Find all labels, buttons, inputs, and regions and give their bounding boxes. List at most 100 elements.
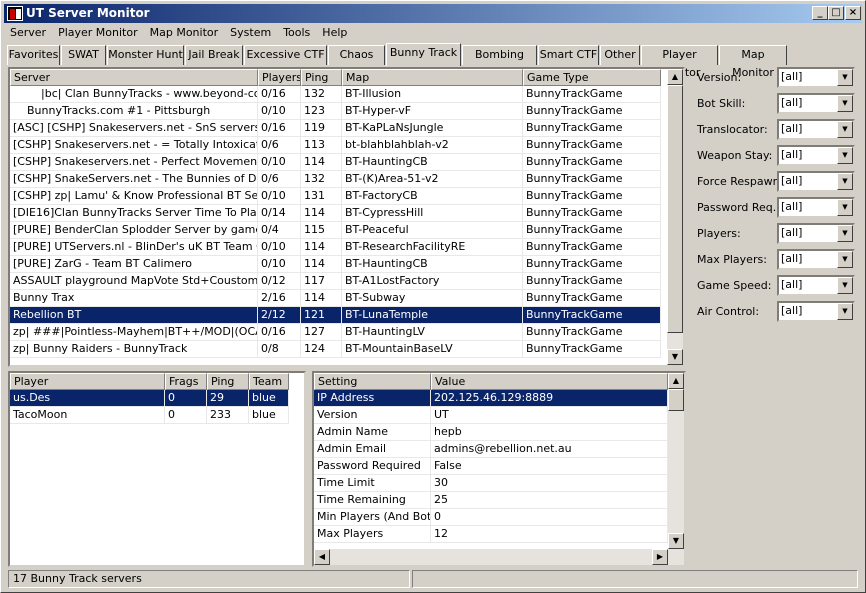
- setting-row[interactable]: Version UT: [314, 407, 668, 424]
- setting-row[interactable]: Password Required False: [314, 458, 668, 475]
- tab-jail-break[interactable]: Jail Break: [185, 45, 243, 65]
- server-row[interactable]: BunnyTracks.com #1 - Pittsburgh 0/10 123 BT…: [10, 103, 661, 120]
- server-header-ping[interactable]: Ping: [301, 69, 342, 86]
- filter-force-respawn-select[interactable]: [all] ▼: [777, 171, 855, 192]
- setting-row[interactable]: Admin Email admins@rebellion.net.au: [314, 441, 668, 458]
- scroll-thumb[interactable]: [668, 389, 684, 411]
- server-row[interactable]: [DIE16]Clan BunnyTracks Server Time To P…: [10, 205, 661, 222]
- scroll-thumb[interactable]: [667, 85, 683, 333]
- server-header-map[interactable]: Map: [342, 69, 523, 86]
- scroll-down-arrow-icon[interactable]: ▼: [667, 349, 683, 365]
- setting-row[interactable]: IP Address 202.125.46.129:8889: [314, 390, 668, 407]
- server-row[interactable]: zp| Bunny Raiders - BunnyTrack 0/8 124 BT-M…: [10, 341, 661, 358]
- filter-label-bot-skill: Bot Skill:: [697, 97, 746, 110]
- filter-bot-skill-select[interactable]: [all] ▼: [777, 93, 855, 114]
- tab-chaos-dm[interactable]: Chaos DM: [328, 45, 385, 79]
- menu-server[interactable]: Server: [4, 24, 52, 41]
- filter-weapon-stay-select[interactable]: [all] ▼: [777, 145, 855, 166]
- tab-excessive-ctf[interactable]: Excessive CTF: [244, 45, 327, 65]
- chevron-down-icon[interactable]: ▼: [837, 69, 853, 86]
- server-row[interactable]: [PURE] ZarG - Team BT Calimero 0/10 114 BT-…: [10, 256, 661, 273]
- setting-row[interactable]: Time Limit 30: [314, 475, 668, 492]
- server-header-game-type[interactable]: Game Type: [523, 69, 661, 86]
- settings-hscroll[interactable]: ◀ ▶: [314, 549, 684, 565]
- server-row[interactable]: Bunny Trax 2/16 114 BT-Subway BunnyTrackGame: [10, 290, 661, 307]
- server-cell-ping: 115: [301, 222, 342, 239]
- filter-air-control-select[interactable]: [all] ▼: [777, 301, 855, 322]
- server-row[interactable]: [CSHP] Snakeservers.net - Perfect Moveme…: [10, 154, 661, 171]
- filter-version-select[interactable]: [all] ▼: [777, 67, 855, 88]
- server-row[interactable]: [ASC] [CSHP] Snakeservers.net - SnS serv…: [10, 120, 661, 137]
- setting-row[interactable]: Max Players 12: [314, 526, 668, 543]
- player-header-team[interactable]: Team: [249, 373, 289, 390]
- chevron-down-icon[interactable]: ▼: [837, 121, 853, 138]
- server-list-scrollbar[interactable]: ▲ ▼: [667, 69, 683, 365]
- setting-row[interactable]: Min Players (And Bots) 0: [314, 509, 668, 526]
- chevron-down-icon[interactable]: ▼: [837, 147, 853, 164]
- scroll-right-arrow-icon[interactable]: ▶: [652, 549, 668, 565]
- scroll-up-arrow-icon[interactable]: ▲: [668, 373, 684, 389]
- chevron-down-icon[interactable]: ▼: [837, 277, 853, 294]
- server-header-players[interactable]: Players: [258, 69, 301, 86]
- menu-tools[interactable]: Tools: [277, 24, 316, 41]
- tab-player-monitor[interactable]: Player Monitor: [641, 45, 718, 79]
- chevron-down-icon[interactable]: ▼: [837, 173, 853, 190]
- tab-bombing-run[interactable]: Bombing Run: [462, 45, 537, 79]
- filter-players-select[interactable]: [all] ▼: [777, 223, 855, 244]
- menu-help[interactable]: Help: [316, 24, 353, 41]
- player-header-player[interactable]: Player: [10, 373, 165, 390]
- server-cell-server: Rebellion BT: [10, 307, 258, 324]
- server-row[interactable]: |bc| Clan BunnyTracks - www.beyond-compa…: [10, 86, 661, 103]
- player-header-ping[interactable]: Ping: [207, 373, 249, 390]
- filter-max-players-select[interactable]: [all] ▼: [777, 249, 855, 270]
- tab-other[interactable]: Other: [600, 45, 640, 65]
- scroll-left-arrow-icon[interactable]: ◀: [314, 549, 330, 565]
- scroll-up-arrow-icon[interactable]: ▲: [667, 69, 683, 85]
- server-row[interactable]: ASSAULT playground MapVote Std+Coustom O…: [10, 273, 661, 290]
- filter-game-speed-select[interactable]: [all] ▼: [777, 275, 855, 296]
- server-cell-server: [PURE] ZarG - Team BT Calimero: [10, 256, 258, 273]
- filter-label-game-speed: Game Speed:: [697, 279, 772, 292]
- title-bar[interactable]: UT Server Monitor _ □ ×: [4, 4, 862, 23]
- server-row[interactable]: [CSHP] Snakeservers.net - = Totally Into…: [10, 137, 661, 154]
- player-row[interactable]: us.Des 0 29 blue: [10, 390, 289, 407]
- setting-row[interactable]: Admin Name hepb: [314, 424, 668, 441]
- filter-password-req-select[interactable]: [all] ▼: [777, 197, 855, 218]
- chevron-down-icon[interactable]: ▼: [837, 95, 853, 112]
- scroll-down-arrow-icon[interactable]: ▼: [668, 533, 684, 549]
- close-button[interactable]: ×: [845, 6, 861, 20]
- tab-bunny-track[interactable]: Bunny Track: [386, 43, 461, 66]
- minimize-button[interactable]: _: [812, 6, 828, 20]
- menu-system[interactable]: System: [224, 24, 277, 41]
- maximize-button[interactable]: □: [828, 6, 844, 20]
- player-row[interactable]: TacoMoon 0 233 blue: [10, 407, 289, 424]
- tab-map-monitor[interactable]: Map Monitor: [719, 45, 787, 79]
- chevron-down-icon[interactable]: ▼: [837, 251, 853, 268]
- setting-header-setting[interactable]: Setting: [314, 373, 431, 390]
- server-cell-game-type: BunnyTrackGame: [523, 290, 661, 307]
- setting-cell-setting: Max Players: [314, 526, 431, 543]
- server-cell-server: [ASC] [CSHP] Snakeservers.net - SnS serv…: [10, 120, 258, 137]
- server-row[interactable]: Rebellion BT 2/12 121 BT-LunaTemple BunnyTra…: [10, 307, 661, 324]
- setting-header-value[interactable]: Value: [431, 373, 668, 390]
- setting-row[interactable]: Time Remaining 25: [314, 492, 668, 509]
- server-row[interactable]: [PURE] BenderClan Splodder Server by gam…: [10, 222, 661, 239]
- tab-monster-hunt[interactable]: Monster Hunt: [107, 45, 184, 65]
- menu-player-monitor[interactable]: Player Monitor: [52, 24, 144, 41]
- chevron-down-icon[interactable]: ▼: [837, 225, 853, 242]
- tab-favorites[interactable]: Favorites: [7, 45, 60, 65]
- filter-translocator-select[interactable]: [all] ▼: [777, 119, 855, 140]
- tab-smart-ctf[interactable]: Smart CTF: [538, 45, 599, 65]
- menu-map-monitor[interactable]: Map Monitor: [144, 24, 225, 41]
- server-row[interactable]: [CSHP] zp| Lamu' & Know Professional BT …: [10, 188, 661, 205]
- server-row[interactable]: zp| ###|Pointless-Mayhem|BT++/MOD|(OCA)#…: [10, 324, 661, 341]
- chevron-down-icon[interactable]: ▼: [837, 199, 853, 216]
- chevron-down-icon[interactable]: ▼: [837, 303, 853, 320]
- settings-vscroll[interactable]: ▲ ▼: [668, 373, 684, 549]
- server-row[interactable]: [CSHP] SnakeServers.net - The Bunnies of…: [10, 171, 661, 188]
- player-header-frags[interactable]: Frags: [165, 373, 207, 390]
- server-header-server[interactable]: Server: [10, 69, 258, 86]
- status-panel: [412, 570, 858, 588]
- server-row[interactable]: [PURE] UTServers.nl - BlinDer's uK BT Te…: [10, 239, 661, 256]
- tab-swat[interactable]: SWAT: [61, 45, 106, 65]
